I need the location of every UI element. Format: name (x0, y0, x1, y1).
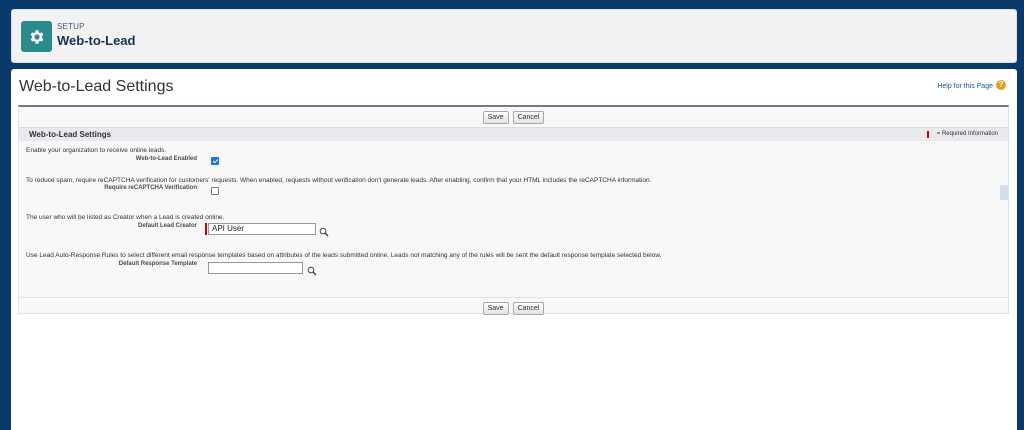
setup-header: SETUP Web-to-Lead (11, 9, 1017, 63)
cancel-button[interactable]: Cancel (512, 302, 545, 315)
enabled-description: Enable your organization to receive onli… (26, 147, 167, 154)
default-response-template-input[interactable] (208, 262, 303, 274)
lookup-icon[interactable] (319, 224, 329, 237)
creator-description: The user who will be listed as Creator w… (26, 214, 225, 221)
page-title: Web-to-Lead Settings (19, 78, 174, 95)
web-to-lead-enabled-checkbox[interactable] (211, 157, 219, 165)
side-scroll-handle[interactable] (1000, 185, 1008, 200)
breadcrumb: SETUP (57, 22, 85, 31)
gear-icon (21, 21, 52, 52)
lookup-icon[interactable] (307, 263, 317, 276)
creator-required-bar (205, 223, 207, 235)
recaptcha-label: Require reCAPTCHA Verification (104, 185, 197, 191)
cancel-button[interactable]: Cancel (512, 111, 545, 124)
default-lead-creator-input[interactable]: API User (208, 223, 316, 235)
main-panel: Web-to-Lead Settings Help for this Page … (11, 69, 1017, 430)
header-title: Web-to-Lead (57, 33, 136, 48)
settings-block: Save Cancel Web-to-Lead Settings = Requi… (18, 105, 1009, 315)
template-description: Use Lead Auto-Response Rules to select d… (26, 252, 662, 259)
creator-label: Default Lead Creator (137, 223, 197, 229)
section-title: Web-to-Lead Settings (29, 130, 112, 139)
template-label: Default Response Template (118, 261, 197, 267)
help-icon[interactable]: ? (996, 80, 1006, 90)
required-info-text: = Required Information (936, 131, 998, 137)
enabled-label: Web-to-Lead Enabled (135, 156, 197, 162)
help-link[interactable]: Help for this Page (937, 83, 993, 90)
section-header: Web-to-Lead Settings = Required Informat… (19, 127, 1008, 141)
require-recaptcha-checkbox[interactable] (211, 187, 219, 195)
save-button[interactable]: Save (482, 302, 509, 315)
required-marker (927, 131, 929, 138)
save-button[interactable]: Save (482, 111, 509, 124)
recaptcha-description: To reduce spam, require reCAPTCHA verifi… (26, 177, 652, 184)
bottom-button-row: Save Cancel (19, 297, 1008, 315)
